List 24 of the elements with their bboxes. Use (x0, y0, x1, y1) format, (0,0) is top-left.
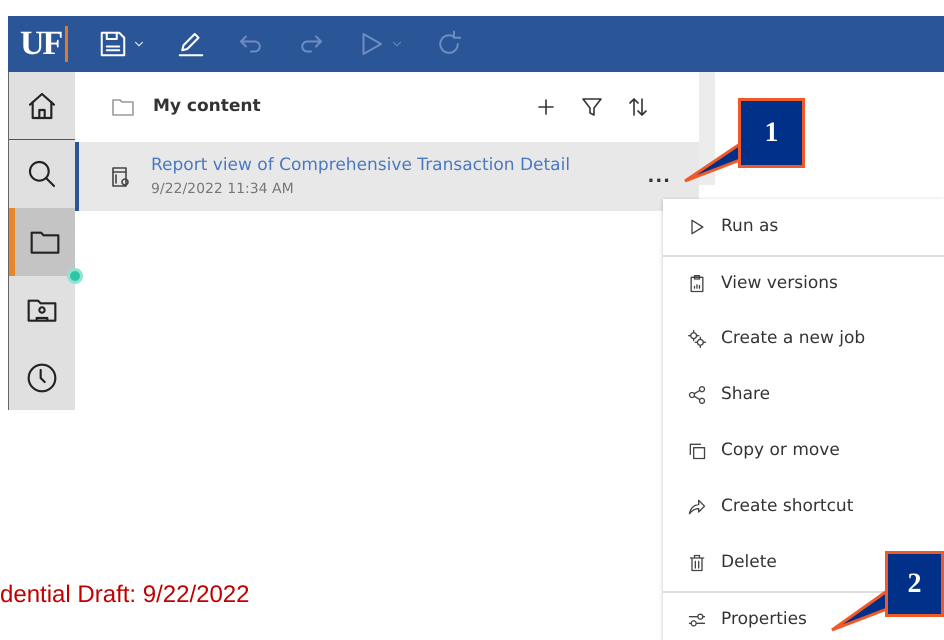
menu-item[interactable]: Share (663, 367, 944, 423)
callout: 1 (738, 98, 805, 168)
logo: UF (20, 26, 68, 62)
menu-item[interactable]: Create shortcut (663, 479, 944, 535)
callout: 2 (885, 551, 944, 617)
list-row[interactable]: Report view of Comprehensive Transaction Detail 9/22/2022 11:34 AM ... (75, 142, 699, 211)
section-title: My content (153, 95, 261, 118)
menu-item[interactable]: Copy or move (663, 423, 944, 479)
draft-note: dential Draft: 9/22/2022 (0, 580, 250, 610)
menu-item[interactable]: View versions (663, 255, 944, 311)
menu-item[interactable]: Create a new job (663, 311, 944, 367)
clock-icon (26, 362, 58, 394)
sidebar-item[interactable] (9, 208, 75, 276)
save-icon (98, 29, 128, 59)
report-link[interactable]: Report view of Comprehensive Transaction Detail (151, 153, 570, 179)
copy-icon (687, 441, 707, 461)
trash-icon (687, 553, 707, 573)
gears-icon (687, 329, 707, 349)
report-date: 9/22/2022 11:34 AM (151, 180, 295, 199)
search-icon (26, 158, 58, 190)
filter-icon (580, 95, 604, 119)
more-button[interactable]: ... (647, 168, 671, 186)
share-icon (687, 385, 707, 405)
shortcut-arrow-icon (687, 497, 707, 517)
